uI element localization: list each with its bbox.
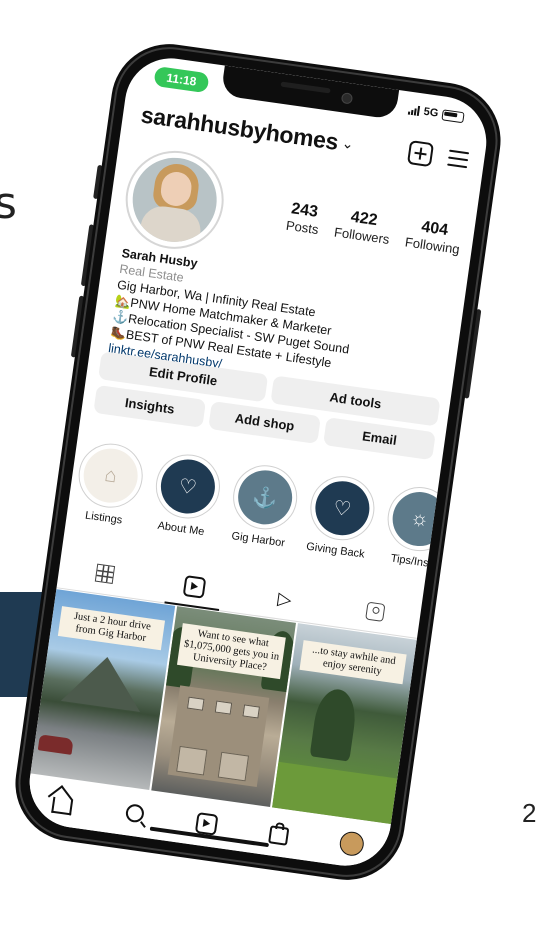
- post-thumbnail[interactable]: Just a 2 hour drive from Gig Harbor: [30, 589, 176, 791]
- home-icon: [51, 796, 74, 816]
- gift-bag-icon: ♡: [311, 477, 373, 539]
- highlight-label: Listings: [84, 509, 123, 527]
- anchor-icon: ⚓: [234, 466, 296, 528]
- posts-stat[interactable]: 243 Posts: [285, 199, 322, 237]
- speaker: [280, 81, 331, 94]
- camera-dot: [340, 92, 354, 105]
- phone-mockup: 11:18 5G sarahhusbyhomes ⌄ 243 Posts 422…: [7, 36, 509, 888]
- hearts-icon: ♡: [157, 455, 219, 517]
- play-icon: ▷: [276, 587, 294, 610]
- username-switcher[interactable]: sarahhusbyhomes: [139, 101, 340, 155]
- post-caption: Just a 2 hour drive from Gig Harbor: [57, 606, 166, 651]
- battery-icon: [441, 108, 465, 123]
- highlight-giving-back[interactable]: ♡ Giving Back: [302, 472, 379, 576]
- highlight-label: About Me: [156, 519, 206, 539]
- nav-search[interactable]: [122, 800, 149, 827]
- post-thumbnail[interactable]: ...to stay awhile and enjoy serenity: [272, 623, 417, 825]
- signal-icon: [408, 105, 421, 117]
- create-plus-icon[interactable]: [406, 140, 435, 168]
- highlight-label: Giving Back: [305, 540, 366, 561]
- shopping-bag-icon: [268, 825, 290, 846]
- nav-shop[interactable]: [266, 820, 293, 847]
- nav-home[interactable]: [49, 790, 76, 817]
- network-label: 5G: [422, 105, 440, 120]
- chevron-down-icon[interactable]: ⌄: [341, 134, 355, 152]
- highlight-listings[interactable]: ⌂ Listings: [70, 439, 147, 543]
- menu-icon[interactable]: [447, 149, 470, 169]
- post-caption: Want to see what $1,075,000 gets you in …: [177, 623, 286, 680]
- profile-stats: 243 Posts 422 Followers 404 Following: [285, 199, 465, 257]
- highlight-gig-harbor[interactable]: ⚓ Gig Harbor: [225, 461, 302, 565]
- phone-screen: 11:18 5G sarahhusbyhomes ⌄ 243 Posts 422…: [23, 52, 493, 872]
- tagged-icon: [364, 601, 385, 622]
- reels-icon: [182, 574, 207, 599]
- avatar: [337, 830, 365, 858]
- following-stat[interactable]: 404 Following: [404, 216, 463, 256]
- status-time: 11:18: [153, 65, 210, 94]
- followers-stat[interactable]: 422 Followers: [333, 206, 393, 246]
- post-thumbnail[interactable]: Want to see what $1,075,000 gets you in …: [151, 606, 296, 808]
- highlight-label: Gig Harbor: [230, 530, 286, 550]
- search-icon: [124, 803, 146, 824]
- highlight-about-me[interactable]: ♡ About Me: [147, 450, 225, 554]
- page-number: 2: [522, 798, 537, 828]
- post-caption: ...to stay awhile and enjoy serenity: [299, 640, 407, 685]
- edge-letter: s: [0, 178, 17, 229]
- house-icon: ⌂: [80, 445, 142, 507]
- nav-profile[interactable]: [337, 830, 365, 858]
- grid-icon: [94, 563, 115, 584]
- reels-icon: [195, 811, 220, 836]
- status-indicators: 5G: [408, 104, 465, 124]
- profile-avatar[interactable]: [119, 144, 231, 256]
